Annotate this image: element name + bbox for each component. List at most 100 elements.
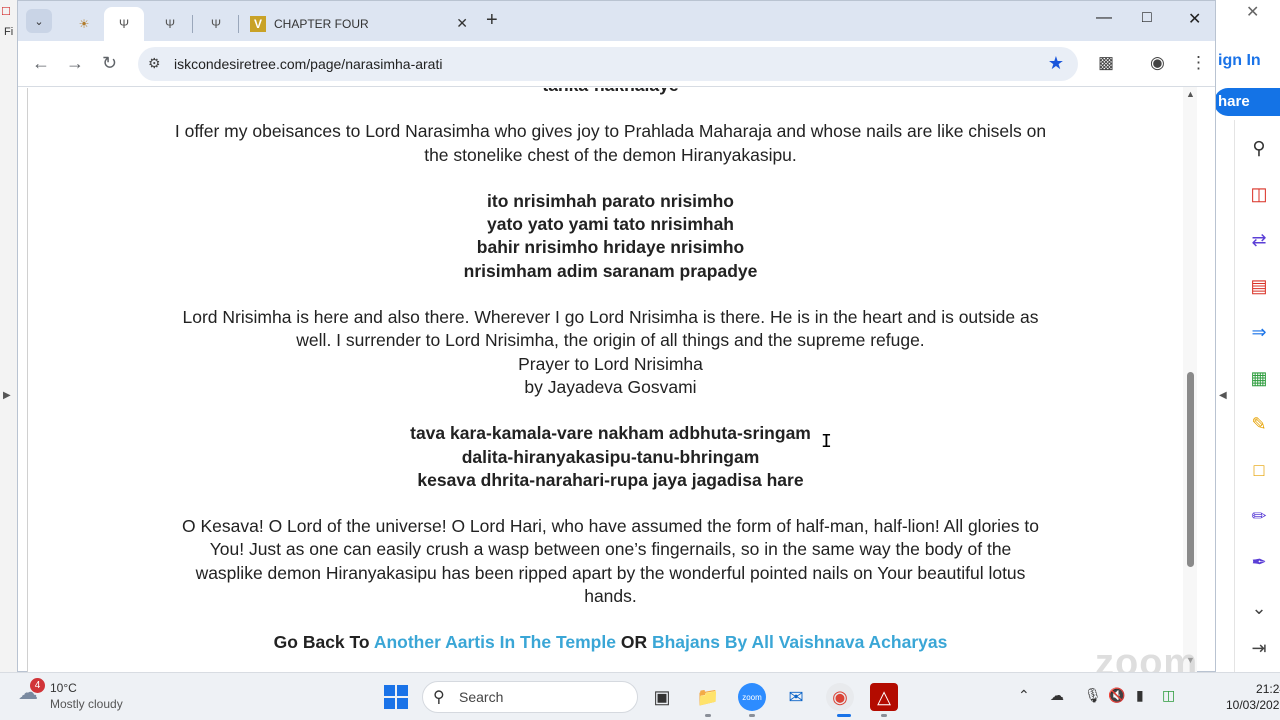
iskcon-icon: Ψ [118, 17, 130, 31]
notification-badge: 4 [30, 678, 45, 693]
battery-charging-icon[interactable]: ◫ [1162, 687, 1175, 704]
collapse-tools-icon[interactable]: ⇥ [1247, 636, 1271, 660]
translation-1: I offer my obeisances to Lord Narasimha … [174, 121, 1047, 165]
translation-3: O Kesava! O Lord of the universe! O Lord… [182, 516, 1039, 607]
iskcon-icon: Ψ [210, 17, 222, 31]
back-icon[interactable]: ← [32, 53, 50, 74]
convert-icon[interactable]: ⇄ [1247, 228, 1271, 252]
reload-icon[interactable]: ↻ [102, 53, 117, 74]
verse-tail: tanka-nakhalaye [28, 88, 1191, 97]
maximize-icon[interactable]: □ [1142, 9, 1152, 27]
task-view-icon[interactable]: ▣ [648, 683, 676, 711]
scroll-up-icon[interactable]: ▲ [1186, 89, 1195, 99]
tab-2-active[interactable]: Ψ [104, 7, 144, 41]
acrobat-share-button[interactable]: hare [1214, 88, 1280, 116]
compress-icon[interactable]: ▦ [1247, 366, 1271, 390]
pdf-icon: □ [2, 3, 10, 18]
tab-3[interactable]: Ψ [150, 7, 190, 41]
browser-window: ⌄ ☀ Ψ Ψ Ψ V CHAPTER FOUR ✕ + — □ ✕ ← → ↻… [17, 0, 1216, 673]
edit-document-icon[interactable]: ✎ [1247, 412, 1271, 436]
tab-strip: ⌄ ☀ Ψ Ψ Ψ V CHAPTER FOUR ✕ + — □ ✕ [18, 1, 1215, 41]
speaker-muted-icon[interactable]: 🔇 [1108, 687, 1125, 704]
cloud-icon: ☁ 4 [18, 678, 45, 706]
collapse-right-panel-icon[interactable]: ◀ [1219, 390, 1227, 401]
acrobat-sign-in[interactable]: ign In [1218, 52, 1261, 70]
go-back-text: Go Back To [273, 632, 370, 653]
toolbar: ← → ↻ ⚙ iskcondesiretree.com/page/narasi… [18, 41, 1215, 87]
running-indicator [749, 714, 755, 717]
taskbar-search[interactable]: ⚲ Search [422, 681, 638, 713]
more-tools-chevron-icon[interactable]: ⌄ [1247, 596, 1271, 620]
verse-line: kesava dhrita-narahari-rupa jaya jagadis… [417, 469, 804, 490]
show-hidden-icons-icon[interactable]: ⌃ [1018, 687, 1030, 704]
close-window-icon[interactable]: ✕ [1188, 9, 1201, 29]
outlook-icon[interactable]: ✉ [782, 683, 810, 711]
acrobat-scrollbar[interactable]: ▲ ▼ [1183, 87, 1197, 672]
acrobat-tools-panel: ⚲ ◫ ⇄ ▤ ⇒ ▦ ✎ □ ✏ ✒ ⌄ ⇥ [1234, 120, 1280, 672]
bhajans-link[interactable]: Bhajans By All Vaishnava Acharyas [652, 632, 947, 652]
or-text: OR [620, 632, 648, 653]
forward-icon[interactable]: → [66, 53, 84, 74]
date: 10/03/2026 [1226, 698, 1280, 712]
tab-1[interactable]: ☀ [64, 7, 104, 41]
expand-left-panel-icon[interactable]: ▶ [3, 390, 11, 401]
profile-icon[interactable]: ◉ [1150, 53, 1165, 73]
fill-sign-icon[interactable]: ✏ [1247, 504, 1271, 528]
extensions-icon[interactable]: ▩ [1098, 53, 1114, 73]
organize-pages-icon[interactable]: ▤ [1247, 274, 1271, 298]
chrome-icon[interactable]: ◉ [826, 683, 854, 711]
text-cursor-icon: I [821, 431, 832, 452]
v-site-icon: V [250, 16, 266, 32]
cloud-sync-icon[interactable]: ☁ [1050, 687, 1064, 704]
comment-icon[interactable]: □ [1247, 458, 1271, 482]
zoom-search-icon[interactable]: ⚲ [1247, 136, 1271, 160]
tab-title: CHAPTER FOUR [274, 17, 369, 31]
export-pdf-icon[interactable]: ◫ [1247, 182, 1271, 206]
acrobat-left-panel: □ Fi ▶ [0, 0, 18, 672]
verse-3: tava kara-kamala-vare nakham adbhuta-sri… [28, 422, 1191, 492]
iskcon-icon: Ψ [164, 17, 176, 31]
page-content: tanka-nakhalaye I offer my obeisances to… [27, 88, 1192, 673]
microphone-icon[interactable]: 🎙 [1084, 687, 1102, 704]
url-text[interactable]: iskcondesiretree.com/page/narasimha-arat… [174, 56, 442, 72]
minimize-icon[interactable]: — [1096, 9, 1112, 27]
verse-2: ito nrisimhah parato nrisimho yato yato … [28, 190, 1191, 283]
acrobat-file-menu[interactable]: Fi [4, 26, 13, 38]
running-indicator [881, 714, 887, 717]
bookmark-star-icon[interactable]: ★ [1048, 53, 1064, 74]
battery-icon[interactable]: ▮ [1136, 687, 1144, 704]
site-info-icon[interactable]: ⚙ [148, 55, 161, 72]
close-tab-icon[interactable]: ✕ [456, 15, 468, 32]
go-back-line: Go Back To Another Aartis In The Temple … [28, 631, 1191, 654]
menu-icon[interactable]: ⋮ [1190, 53, 1207, 73]
tab-5[interactable]: V CHAPTER FOUR ✕ [242, 7, 474, 41]
new-tab-button[interactable]: + [486, 9, 498, 32]
export-file-icon[interactable]: ⇒ [1247, 320, 1271, 344]
address-bar[interactable]: ⚙ iskcondesiretree.com/page/narasimha-ar… [138, 47, 1078, 81]
time: 21:24 [1256, 682, 1280, 696]
verse-line: nrisimham adim saranam prapadye [463, 260, 758, 281]
prayer-author: by Jayadeva Gosvami [524, 376, 697, 397]
start-button[interactable] [384, 685, 408, 709]
verse-line: dalita-hiranyakasipu-tanu-bhringam [461, 446, 760, 467]
taskbar: ☁ 4 10°C Mostly cloudy ⚲ Search ▣ 📁 zoom… [0, 672, 1280, 720]
search-icon: ⚲ [433, 689, 445, 706]
aartis-link[interactable]: Another Aartis In The Temple [374, 632, 616, 652]
zoom-app-icon[interactable]: zoom [738, 683, 766, 711]
clock[interactable]: 21:24 10/03/2026 [1226, 681, 1280, 713]
tab-4[interactable]: Ψ [196, 7, 236, 41]
tab-separator [238, 15, 239, 33]
file-explorer-icon[interactable]: 📁 [694, 683, 722, 711]
active-indicator [837, 714, 851, 717]
tab-search-button[interactable]: ⌄ [26, 9, 52, 33]
verse-line: tava kara-kamala-vare nakham adbhuta-sri… [410, 423, 811, 444]
app-icon: ☀ [78, 17, 90, 31]
scroll-thumb[interactable] [1187, 372, 1194, 567]
weather-widget[interactable]: ☁ 4 10°C Mostly cloudy [18, 678, 123, 712]
acrobat-close-icon[interactable]: ✕ [1246, 2, 1259, 22]
acrobat-icon[interactable]: △ [870, 683, 898, 711]
tab-separator [192, 15, 193, 33]
signature-icon[interactable]: ✒ [1247, 550, 1271, 574]
verse-line: bahir nrisimho hridaye nrisimho [476, 237, 745, 258]
translation-2: Lord Nrisimha is here and also there. Wh… [28, 306, 1191, 399]
